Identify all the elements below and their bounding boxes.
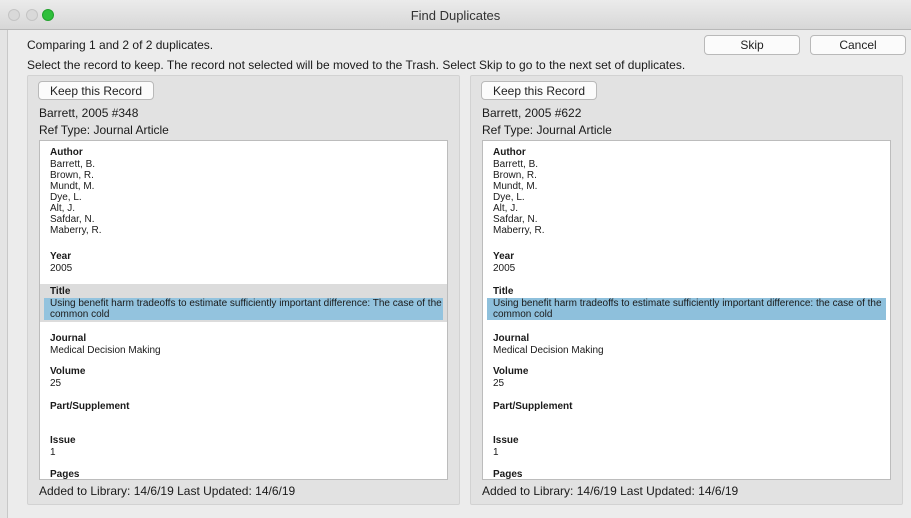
field-issue: Issue 1	[40, 435, 447, 458]
author-item: Barrett, B.	[493, 159, 539, 170]
field-label: Journal	[493, 333, 530, 344]
field-label: Part/Supplement	[493, 401, 573, 412]
author-item: Safdar, N.	[493, 214, 538, 225]
record-fields-right[interactable]: Author Barrett, B. Brown, R. Mundt, M. D…	[482, 140, 891, 480]
author-item: Barrett, B.	[50, 159, 96, 170]
field-journal: Journal Medical Decision Making	[40, 333, 447, 356]
comparison-status: Comparing 1 and 2 of 2 duplicates.	[27, 38, 214, 52]
field-value: 2005	[50, 263, 73, 274]
author-item: Maberry, R.	[50, 225, 102, 236]
field-value: 25	[50, 378, 62, 389]
field-label: Title	[50, 286, 71, 297]
field-label: Part/Supplement	[50, 401, 130, 412]
author-item: Safdar, N.	[50, 214, 95, 225]
field-part-supplement: Part/Supplement	[483, 401, 890, 413]
author-item: Dye, L.	[493, 192, 525, 203]
field-label: Author	[50, 147, 83, 158]
field-value: 1	[50, 447, 56, 458]
field-value: 2005	[493, 263, 516, 274]
record-dates-right: Added to Library: 14/6/19 Last Updated: …	[482, 484, 739, 498]
field-label: Issue	[493, 435, 519, 446]
author-item: Maberry, R.	[493, 225, 545, 236]
field-title: Title Using benefit harm tradeoffs to es…	[40, 284, 447, 322]
record-fields-left[interactable]: Author Barrett, B. Brown, R. Mundt, M. D…	[39, 140, 448, 480]
field-label: Journal	[50, 333, 87, 344]
field-journal: Journal Medical Decision Making	[483, 333, 890, 356]
field-author: Author Barrett, B. Brown, R. Mundt, M. D…	[40, 147, 447, 236]
field-volume: Volume 25	[40, 366, 447, 389]
keep-record-button-right[interactable]: Keep this Record	[481, 81, 597, 100]
field-year: Year 2005	[483, 251, 890, 274]
author-item: Alt, J.	[493, 203, 519, 214]
field-part-supplement: Part/Supplement	[40, 401, 447, 413]
field-label: Author	[493, 147, 526, 158]
field-value-highlighted: Using benefit harm tradeoffs to estimate…	[44, 298, 443, 320]
field-label: Issue	[50, 435, 76, 446]
field-issue: Issue 1	[483, 435, 890, 458]
title-bar: Find Duplicates	[0, 0, 911, 30]
skip-button[interactable]: Skip	[704, 35, 800, 55]
field-label: Year	[50, 251, 72, 262]
field-value: Medical Decision Making	[50, 345, 161, 356]
record-id-left: Barrett, 2005 #348	[39, 106, 139, 120]
field-year: Year 2005	[40, 251, 447, 274]
author-item: Dye, L.	[50, 192, 82, 203]
record-panel-right: Keep this Record Barrett, 2005 #622 Ref …	[470, 75, 903, 505]
ref-type-left: Ref Type: Journal Article	[39, 123, 169, 137]
cancel-button[interactable]: Cancel	[810, 35, 906, 55]
author-item: Mundt, M.	[493, 181, 538, 192]
field-author: Author Barrett, B. Brown, R. Mundt, M. D…	[483, 147, 890, 236]
field-volume: Volume 25	[483, 366, 890, 389]
author-item: Brown, R.	[493, 170, 537, 181]
field-pages: Pages	[40, 469, 447, 480]
field-value-highlighted: Using benefit harm tradeoffs to estimate…	[487, 298, 886, 320]
author-item: Alt, J.	[50, 203, 76, 214]
author-list: Barrett, B. Brown, R. Mundt, M. Dye, L. …	[493, 159, 890, 236]
field-value: 1	[493, 447, 499, 458]
field-label: Pages	[493, 469, 523, 480]
field-label: Title	[493, 286, 514, 297]
field-label: Volume	[50, 366, 86, 377]
field-pages: Pages	[483, 469, 890, 480]
record-id-right: Barrett, 2005 #622	[482, 106, 582, 120]
author-item: Mundt, M.	[50, 181, 95, 192]
ref-type-right: Ref Type: Journal Article	[482, 123, 612, 137]
record-panel-left: Keep this Record Barrett, 2005 #348 Ref …	[27, 75, 460, 505]
field-label: Volume	[493, 366, 529, 377]
field-value: Medical Decision Making	[493, 345, 604, 356]
field-title: Title Using benefit harm tradeoffs to es…	[483, 284, 890, 322]
author-item: Brown, R.	[50, 170, 94, 181]
instruction-text: Select the record to keep. The record no…	[27, 58, 686, 72]
author-list: Barrett, B. Brown, R. Mundt, M. Dye, L. …	[50, 159, 447, 236]
window-title: Find Duplicates	[410, 8, 501, 23]
field-value: 25	[493, 378, 505, 389]
field-label: Pages	[50, 469, 80, 480]
keep-record-button-left[interactable]: Keep this Record	[38, 81, 154, 100]
left-window-edge	[0, 30, 8, 518]
record-dates-left: Added to Library: 14/6/19 Last Updated: …	[39, 484, 296, 498]
field-label: Year	[493, 251, 515, 262]
